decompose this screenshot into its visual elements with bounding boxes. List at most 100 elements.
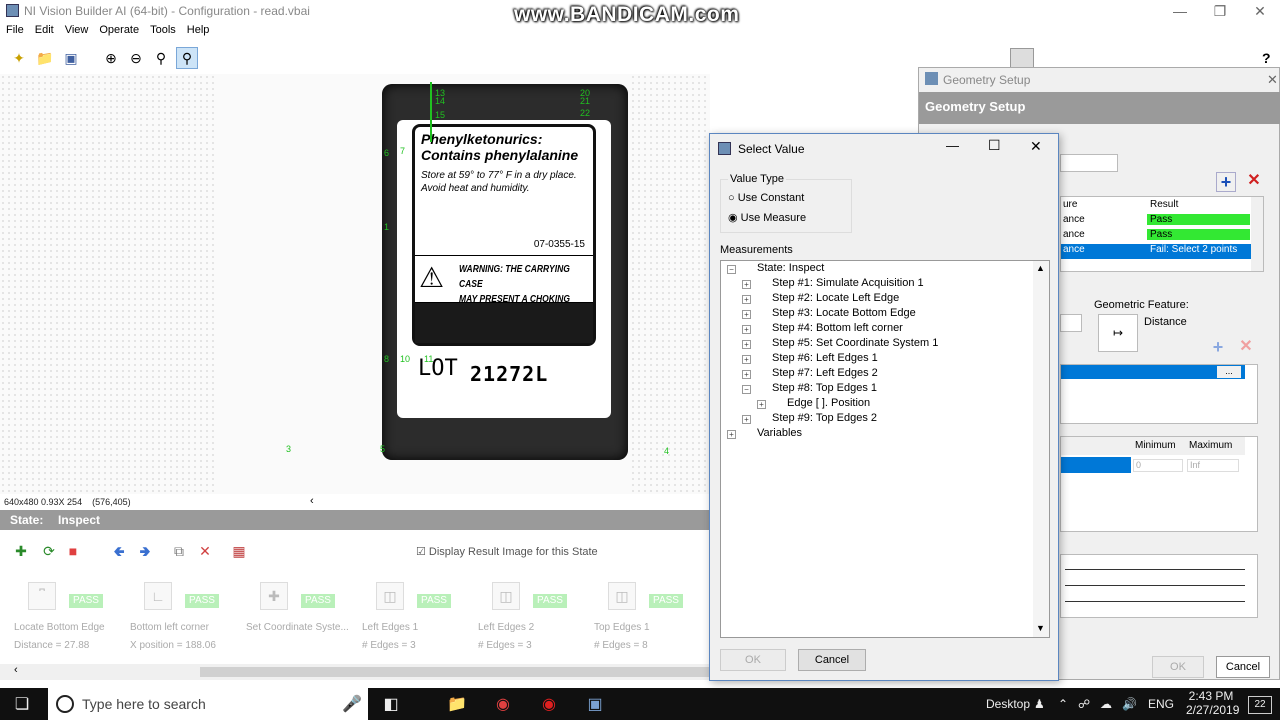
name-field[interactable] xyxy=(1060,154,1118,172)
chrome-icon[interactable]: ◉ xyxy=(492,694,514,716)
limits-row-selected[interactable] xyxy=(1061,457,1131,473)
expand-icon[interactable]: + xyxy=(742,415,751,424)
bandicam-icon[interactable]: ◉ xyxy=(538,694,560,716)
feature-field[interactable] xyxy=(1060,314,1082,332)
expand-icon[interactable]: + xyxy=(742,340,751,349)
minimize-button[interactable]: — xyxy=(946,138,959,153)
taskbar-search[interactable]: Type here to search 🎤 xyxy=(48,688,368,720)
table-row[interactable]: ance Pass xyxy=(1061,229,1263,244)
file-explorer-icon[interactable]: 📁 xyxy=(446,694,468,716)
open-folder-icon[interactable]: 📁 xyxy=(34,47,56,69)
expand-icon[interactable]: + xyxy=(757,400,766,409)
move-left-icon[interactable]: 🢀 xyxy=(108,540,130,562)
dialog-ok-button[interactable]: OK xyxy=(720,649,786,671)
close-button[interactable]: ✕ xyxy=(1240,0,1280,22)
tree-item[interactable]: Step #4: Bottom left corner xyxy=(772,322,903,334)
vision-builder-icon[interactable]: ▣ xyxy=(584,694,606,716)
scroll-up-icon[interactable]: ▲ xyxy=(1036,263,1045,273)
show-hidden-icon[interactable]: ⌃ xyxy=(1058,697,1068,711)
new-file-icon[interactable]: ✦ xyxy=(8,47,30,69)
layout-icon[interactable] xyxy=(1010,48,1034,68)
expand-icon[interactable]: + xyxy=(742,280,751,289)
scroll-left-icon[interactable]: ‹ xyxy=(310,495,314,507)
add-icon[interactable]: + xyxy=(1216,172,1236,192)
display-result-checkbox[interactable]: ☑ Display Result Image for this State xyxy=(416,545,598,558)
table-row[interactable]: ance Pass xyxy=(1061,214,1263,229)
copy-icon[interactable]: ⧉ xyxy=(168,540,190,562)
add-step-icon[interactable]: ✚ xyxy=(10,540,32,562)
menu-file[interactable]: File xyxy=(0,22,29,36)
maximize-button[interactable]: ☐ xyxy=(988,137,1001,154)
desktop-toolbar[interactable]: Desktop xyxy=(986,697,1030,711)
tree-item[interactable]: Variables xyxy=(757,427,802,439)
expand-icon[interactable]: + xyxy=(742,355,751,364)
microphone-icon[interactable]: 🎤 xyxy=(342,694,362,714)
table-scrollbar[interactable] xyxy=(1251,197,1263,271)
cloud-icon[interactable]: ☁ xyxy=(1100,697,1112,711)
remove-icon[interactable]: ✕ xyxy=(1244,172,1264,192)
zoom-out-icon[interactable]: ⊖ xyxy=(125,47,147,69)
remove-icon[interactable]: ✕ xyxy=(1236,338,1256,358)
menu-help[interactable]: Help xyxy=(181,22,215,36)
collapse-icon[interactable]: − xyxy=(742,385,751,394)
volume-icon[interactable]: 🔊 xyxy=(1122,697,1137,711)
step-card[interactable]: ∟ PASS Bottom left corner X position = 1… xyxy=(128,578,243,658)
people-icon[interactable]: ♟ xyxy=(1034,697,1045,711)
save-icon[interactable]: ▣ xyxy=(60,47,82,69)
browse-button[interactable]: ... xyxy=(1217,366,1241,378)
tree-item[interactable]: Step #8: Top Edges 1 xyxy=(772,382,877,394)
expand-icon[interactable]: + xyxy=(727,430,736,439)
menu-tools[interactable]: Tools xyxy=(144,22,181,36)
step-card[interactable]: ✚ PASS Set Coordinate Syste... xyxy=(244,578,359,658)
tree-item[interactable]: Step #3: Locate Bottom Edge xyxy=(772,307,916,319)
expand-icon[interactable]: + xyxy=(742,295,751,304)
result-image-icon[interactable]: ▦ xyxy=(228,540,250,562)
steps-scrollbar[interactable]: ‹ xyxy=(0,664,710,680)
delete-icon[interactable]: ✕ xyxy=(194,540,216,562)
use-measure-radio[interactable]: ◉ Use Measure xyxy=(728,211,806,224)
network-icon[interactable]: ☍ xyxy=(1078,697,1090,711)
tree-item[interactable]: Step #6: Left Edges 1 xyxy=(772,352,878,364)
maximum-field[interactable]: Inf xyxy=(1187,459,1239,472)
distance-icon[interactable]: ↦ xyxy=(1098,314,1138,352)
close-button[interactable]: ✕ xyxy=(1030,138,1042,155)
dialog-cancel-button[interactable]: Cancel xyxy=(798,649,866,671)
maximize-button[interactable]: ❐ xyxy=(1200,0,1240,22)
use-constant-radio[interactable]: ○ Use Constant xyxy=(728,192,804,204)
tree-item[interactable]: Step #5: Set Coordinate System 1 xyxy=(772,337,938,349)
minimize-button[interactable]: — xyxy=(1160,0,1200,22)
table-row-selected[interactable]: ance Fail: Select 2 points xyxy=(1061,244,1263,259)
geometry-cancel-button[interactable]: Cancel xyxy=(1216,656,1270,678)
scroll-thumb[interactable] xyxy=(200,667,710,677)
clock[interactable]: 2:43 PM 2/27/2019 xyxy=(1186,689,1239,717)
zoom-1-1-icon[interactable]: ⚲ xyxy=(150,47,172,69)
tree-item[interactable]: Step #1: Simulate Acquisition 1 xyxy=(772,277,924,289)
zoom-in-icon[interactable]: ⊕ xyxy=(100,47,122,69)
menu-operate[interactable]: Operate xyxy=(93,22,144,36)
tree-item[interactable]: State: Inspect xyxy=(757,262,824,274)
notification-badge[interactable]: 22 xyxy=(1248,696,1272,714)
tree-item[interactable]: Step #7: Left Edges 2 xyxy=(772,367,878,379)
step-card[interactable]: ◫ PASS Top Edges 1 # Edges = 8 xyxy=(592,578,707,658)
language-indicator[interactable]: ENG xyxy=(1148,697,1174,711)
minimum-field[interactable]: 0 xyxy=(1133,459,1183,472)
windows-start-icon[interactable]: ❏ xyxy=(11,694,33,716)
tree-item[interactable]: Edge [ ]. Position xyxy=(787,397,870,409)
tree-item[interactable]: Step #9: Top Edges 2 xyxy=(772,412,877,424)
collapse-icon[interactable]: − xyxy=(727,265,736,274)
move-right-icon[interactable]: 🢂 xyxy=(134,540,156,562)
close-icon[interactable]: ✕ xyxy=(1267,72,1278,88)
expand-icon[interactable]: + xyxy=(742,310,751,319)
task-view-icon[interactable]: ◧ xyxy=(380,694,402,716)
menu-view[interactable]: View xyxy=(59,22,94,36)
step-card[interactable]: ⎴ PASS Locate Bottom Edge Distance = 27.… xyxy=(12,578,127,658)
step-card[interactable]: ◫ PASS Left Edges 1 # Edges = 3 xyxy=(360,578,475,658)
zoom-fit-icon[interactable]: ⚲ xyxy=(176,47,198,69)
help-icon[interactable]: ? xyxy=(1262,50,1271,66)
add-icon[interactable]: + xyxy=(1208,338,1228,358)
tree-scrollbar[interactable] xyxy=(1033,261,1049,637)
menu-edit[interactable]: Edit xyxy=(29,22,59,36)
geometry-ok-button[interactable]: OK xyxy=(1152,656,1204,678)
expand-icon[interactable]: + xyxy=(742,325,751,334)
step-card[interactable]: ◫ PASS Left Edges 2 # Edges = 3 xyxy=(476,578,591,658)
